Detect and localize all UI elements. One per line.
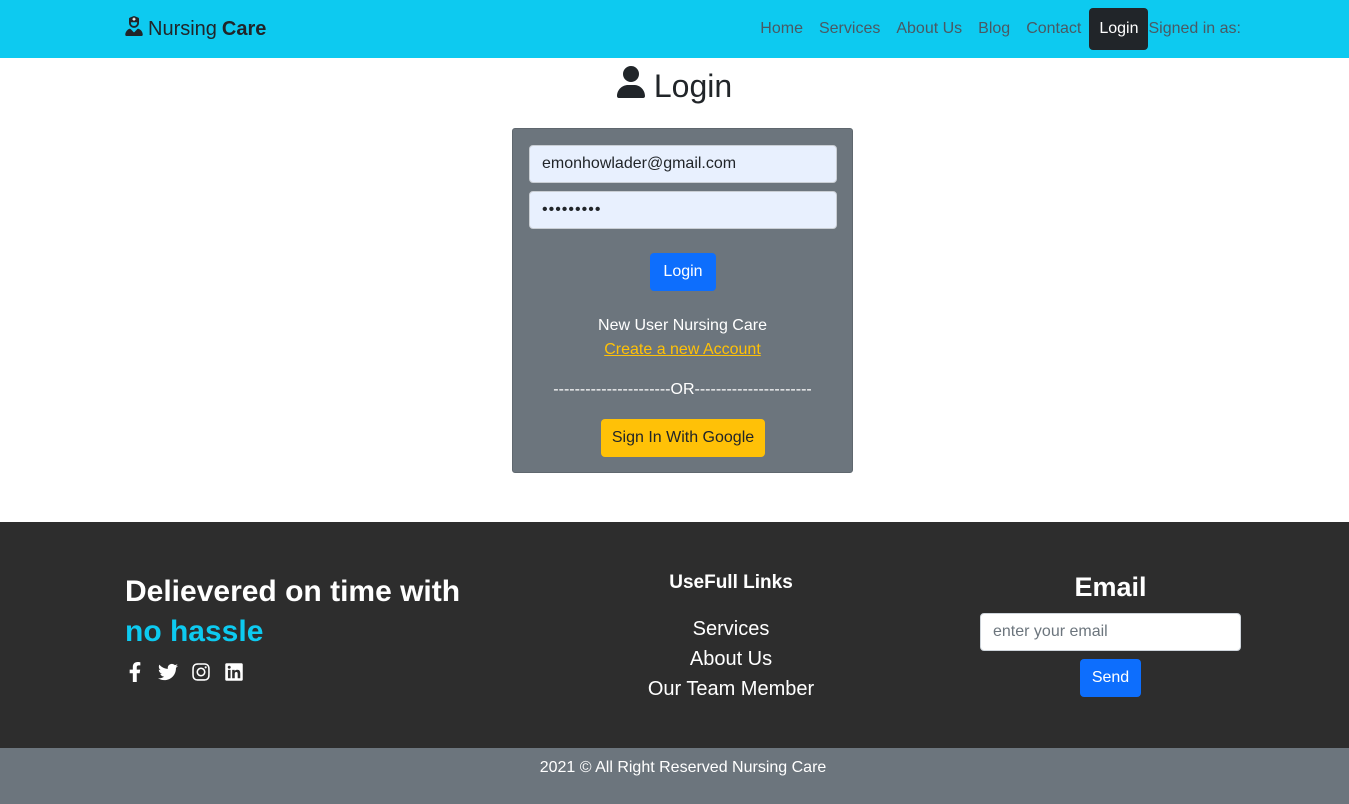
social-links [125, 662, 257, 682]
nav-links: Home Services About Us Blog Contact Logi… [760, 8, 1241, 50]
login-button[interactable]: Login [650, 253, 716, 291]
nurse-icon [125, 16, 148, 42]
useful-links-title: UseFull Links [669, 572, 793, 593]
new-user-text: New User Nursing Care [598, 317, 767, 334]
nav-link-about-us[interactable]: About Us [896, 20, 962, 38]
facebook-icon[interactable] [125, 662, 145, 682]
google-sign-in-button[interactable]: Sign In With Google [601, 419, 765, 457]
brand-name-part2: Care [221, 17, 267, 40]
tagline-highlight: no hassle [125, 615, 264, 648]
send-button[interactable]: Send [1080, 659, 1141, 697]
twitter-icon[interactable] [158, 662, 178, 682]
footer-link-about-us[interactable]: About Us [590, 644, 872, 674]
footer: Delievered on time with no hassle UseFul… [0, 522, 1349, 748]
email-title: Email [1074, 572, 1147, 602]
page-title-text: Login [653, 67, 733, 104]
nav-link-blog[interactable]: Blog [978, 20, 1010, 38]
footer-link-team[interactable]: Our Team Member [590, 674, 872, 704]
copyright-text: 2021 © All Right Reserved Nursing Care [539, 759, 827, 776]
copyright-bar: 2021 © All Right Reserved Nursing Care [0, 748, 1349, 804]
password-field[interactable]: ••••••••• [529, 191, 837, 229]
footer-tagline: Delievered on time with no hassle [125, 572, 460, 652]
page-title: Login [0, 66, 1349, 106]
create-account-link[interactable]: Create a new Account [513, 341, 852, 359]
brand-name-part1: Nursing [148, 17, 217, 40]
useful-links: UseFull Links Services About Us Our Team… [590, 572, 872, 704]
login-card: emonhowlader@gmail.com ••••••••• Login N… [512, 128, 853, 473]
nav-login-button[interactable]: Login [1089, 8, 1149, 50]
navbar: Nursing Care Home Services About Us Blog… [0, 0, 1349, 58]
nav-link-services[interactable]: Services [819, 20, 880, 38]
instagram-icon[interactable] [191, 662, 211, 682]
brand[interactable]: Nursing Care [125, 16, 266, 42]
newsletter-email-input[interactable]: enter your email [980, 613, 1241, 651]
nav-link-contact[interactable]: Contact [1026, 20, 1081, 38]
or-divider: ----------------------OR----------------… [553, 381, 812, 398]
footer-link-services[interactable]: Services [590, 614, 872, 644]
user-icon [616, 66, 654, 106]
tagline-line1: Delievered on time with [125, 575, 461, 608]
linkedin-icon[interactable] [224, 662, 244, 682]
nav-link-home[interactable]: Home [760, 20, 803, 38]
email-field[interactable]: emonhowlader@gmail.com [529, 145, 837, 183]
newsletter: Email enter your email Send [980, 572, 1241, 697]
signed-in-text: Signed in as: [1148, 20, 1241, 37]
